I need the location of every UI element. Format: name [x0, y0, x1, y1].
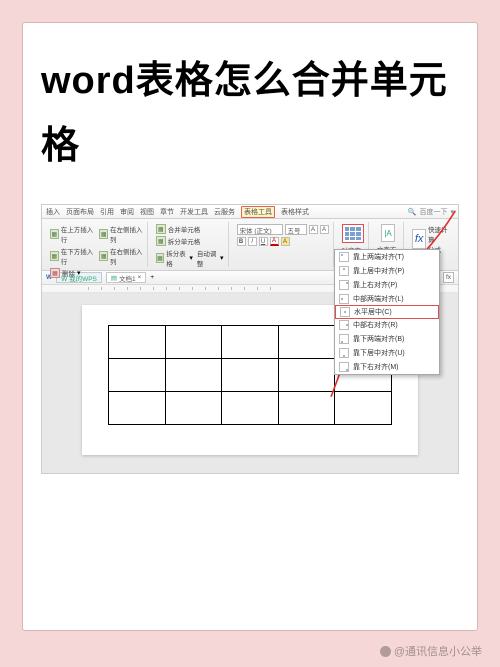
split-cells-icon[interactable]: ▦: [156, 236, 166, 246]
alignment-dropdown: 靠上两端对齐(T) 靠上居中对齐(P) 靠上右对齐(P) 中部两端对齐(L) 水…: [334, 249, 440, 375]
text-direction-button[interactable]: |A: [381, 224, 395, 242]
tab-page-layout[interactable]: 页面布局: [66, 207, 94, 217]
tab-references[interactable]: 引用: [100, 207, 114, 217]
bold-button[interactable]: B: [237, 237, 246, 246]
ribbon-tabbar: 插入 页面布局 引用 审阅 视图 章节 开发工具 云服务 表格工具 表格样式 🔍…: [42, 205, 458, 219]
align-center[interactable]: 水平居中(C): [335, 305, 439, 319]
align-top-left[interactable]: 靠上两端对齐(T): [335, 250, 439, 264]
delete-button[interactable]: 删除: [62, 268, 75, 278]
watermark: @通讯信息小公举: [380, 643, 482, 659]
weibo-icon: [380, 646, 391, 657]
tab-insert[interactable]: 插入: [46, 207, 60, 217]
italic-button[interactable]: I: [248, 237, 257, 246]
align-bottom-center[interactable]: 靠下居中对齐(U): [335, 346, 439, 360]
align-bottom-left[interactable]: 靠下两端对齐(B): [335, 332, 439, 346]
split-cells-button[interactable]: 拆分单元格: [168, 236, 201, 246]
split-table-icon[interactable]: ▦: [156, 253, 165, 263]
quick-calc-button[interactable]: 快速计算: [428, 224, 450, 244]
page-title: word表格怎么合并单元格: [41, 49, 459, 178]
group-rows-cols: ▦在上方插入行 ▦在左侧插入列 ▦在下方插入行 ▦在右侧插入列 ▦删除▾: [46, 222, 148, 267]
chevron-down-icon[interactable]: ▾: [450, 208, 454, 216]
tab-table-style[interactable]: 表格样式: [281, 207, 309, 217]
decrease-font-icon[interactable]: A: [320, 225, 329, 234]
underline-button[interactable]: U: [259, 237, 268, 246]
split-table-button[interactable]: 拆分表格: [166, 248, 187, 268]
baidu-search[interactable]: 百度一下: [419, 207, 447, 217]
new-tab-button[interactable]: +: [150, 274, 154, 281]
formula-bar[interactable]: fx: [443, 272, 454, 283]
align-middle-right[interactable]: 中部右对齐(R): [335, 318, 439, 332]
increase-font-icon[interactable]: A: [309, 225, 318, 234]
ribbon-body: ▦在上方插入行 ▦在左侧插入列 ▦在下方插入行 ▦在右侧插入列 ▦删除▾ ▦合并…: [42, 219, 458, 271]
tab-view[interactable]: 视图: [140, 207, 154, 217]
insert-row-below-icon[interactable]: ▦: [50, 251, 59, 261]
insert-row-above-icon[interactable]: ▦: [50, 229, 59, 239]
align-middle-left[interactable]: 中部两端对齐(L): [335, 292, 439, 306]
tab-table-tools[interactable]: 表格工具: [241, 206, 275, 218]
auto-fit-button[interactable]: 自动调整: [197, 248, 218, 268]
search-icon[interactable]: 🔍: [408, 208, 417, 216]
insert-col-right-icon[interactable]: ▦: [99, 251, 108, 261]
group-merge: ▦合并单元格 ▦拆分单元格 ▦拆分表格▾ 自动调整▾: [152, 222, 229, 267]
font-name-select[interactable]: 宋体 (正文): [237, 224, 283, 235]
insert-row-below-button[interactable]: 在下方插入行: [61, 246, 94, 266]
tab-cloud[interactable]: 云服务: [214, 207, 235, 217]
insert-row-above-button[interactable]: 在上方插入行: [61, 224, 94, 244]
align-bottom-right[interactable]: 靠下右对齐(M): [335, 360, 439, 374]
tab-developer[interactable]: 开发工具: [180, 207, 208, 217]
align-top-center[interactable]: 靠上居中对齐(P): [335, 264, 439, 278]
formula-icon[interactable]: fx: [412, 229, 426, 249]
font-color-button[interactable]: A: [270, 237, 279, 246]
insert-col-left-button[interactable]: 在左侧插入列: [110, 224, 143, 244]
insert-col-left-icon[interactable]: ▦: [99, 229, 108, 239]
app-screenshot: 插入 页面布局 引用 审阅 视图 章节 开发工具 云服务 表格工具 表格样式 🔍…: [41, 204, 459, 474]
tab-chapter[interactable]: 章节: [160, 207, 174, 217]
merge-cells-button[interactable]: 合并单元格: [168, 224, 201, 234]
group-font: 宋体 (正文) 五号 A A B I U A A: [233, 222, 334, 267]
font-size-select[interactable]: 五号: [285, 224, 307, 235]
tab-review[interactable]: 审阅: [120, 207, 134, 217]
merge-cells-icon[interactable]: ▦: [156, 224, 166, 234]
insert-col-right-button[interactable]: 在右侧插入列: [110, 246, 143, 266]
highlight-button[interactable]: A: [281, 237, 290, 246]
alignment-button[interactable]: [342, 224, 364, 243]
align-top-right[interactable]: 靠上右对齐(P): [335, 278, 439, 292]
delete-icon[interactable]: ▦: [50, 268, 60, 278]
